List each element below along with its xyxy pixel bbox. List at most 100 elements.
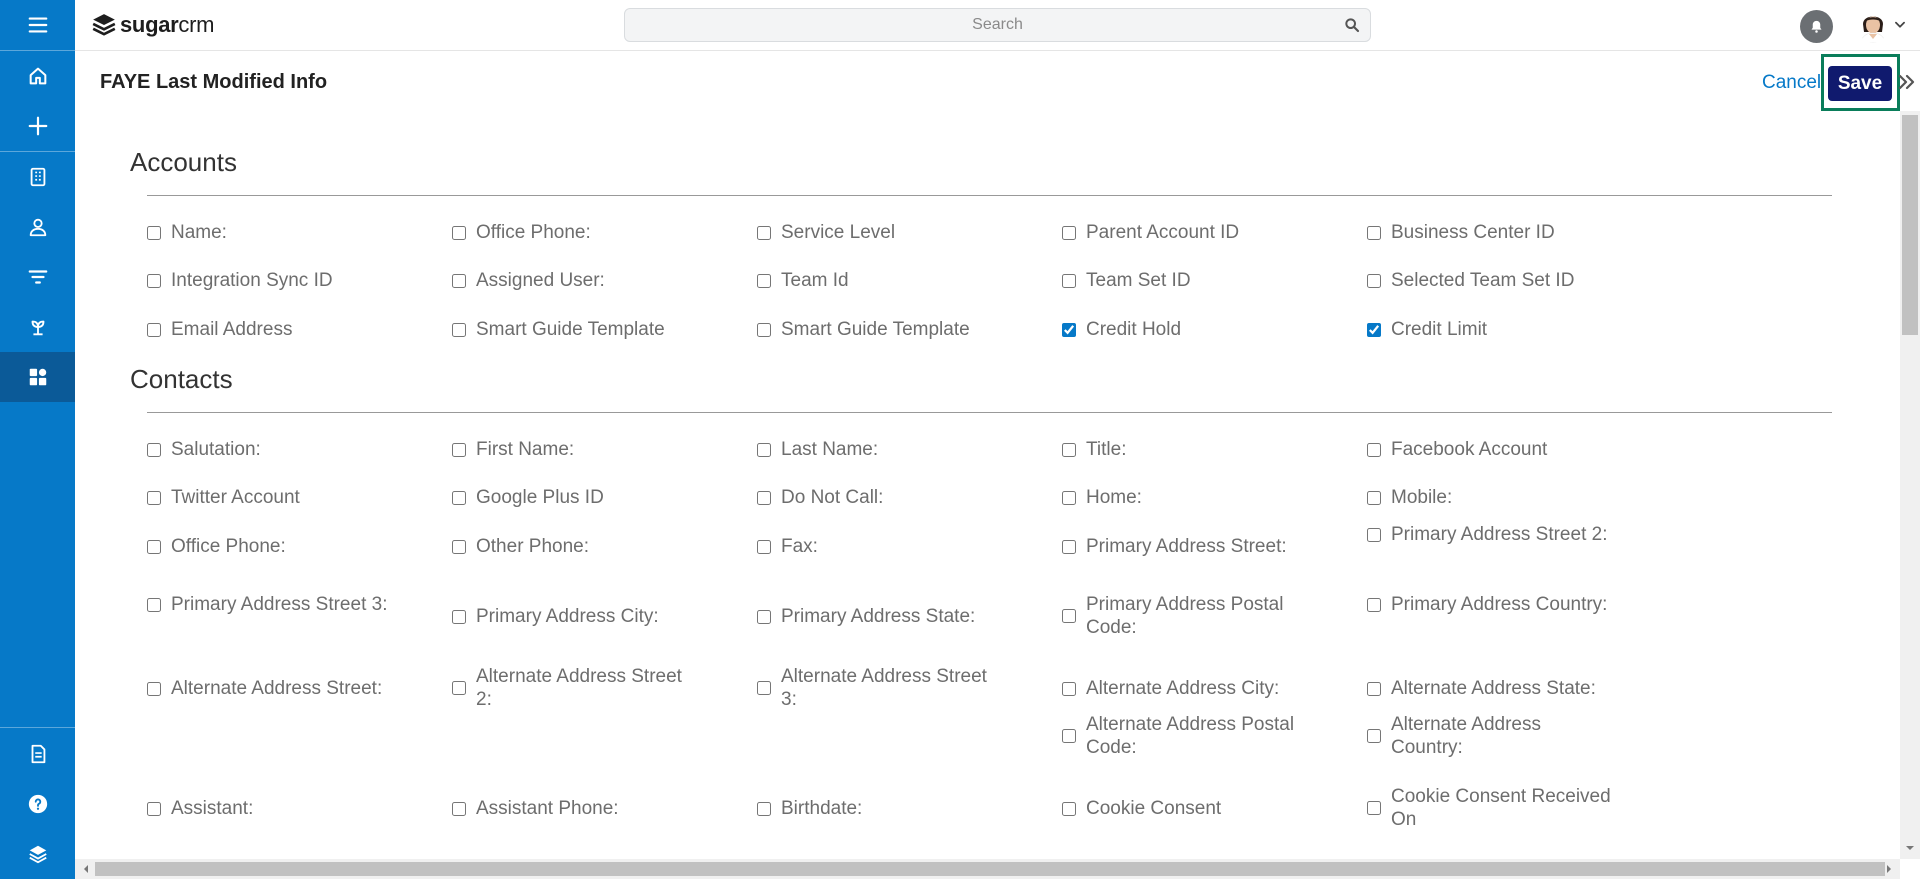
field-option[interactable]: Primary Address Country: <box>1367 593 1611 616</box>
field-option[interactable]: Other Phone: <box>452 535 696 558</box>
search-input[interactable] <box>625 9 1370 41</box>
double-chevron-right-icon[interactable] <box>1898 72 1916 92</box>
field-checkbox[interactable] <box>1367 225 1381 240</box>
field-checkbox[interactable] <box>1367 527 1381 542</box>
cancel-button[interactable]: Cancel <box>1762 72 1821 94</box>
field-checkbox[interactable] <box>452 273 466 288</box>
sidebar-item-create[interactable] <box>0 101 75 151</box>
field-option[interactable]: Assigned User: <box>452 269 696 292</box>
field-checkbox[interactable] <box>757 539 771 554</box>
field-option[interactable]: Alternate Address Street: <box>147 677 391 700</box>
user-avatar[interactable] <box>1858 10 1888 43</box>
field-option[interactable]: Alternate Address Street 3: <box>757 665 1001 711</box>
field-option[interactable]: Selected Team Set ID <box>1367 269 1611 292</box>
field-option[interactable]: Home: <box>1062 486 1306 509</box>
field-option[interactable]: Name: <box>147 221 391 244</box>
field-option[interactable]: Credit Limit <box>1367 318 1611 341</box>
field-option[interactable]: Primary Address City: <box>452 605 696 628</box>
field-option[interactable]: Title: <box>1062 438 1306 461</box>
field-checkbox[interactable] <box>1062 681 1076 696</box>
field-option[interactable]: Primary Address Street 2: <box>1367 523 1611 546</box>
field-option[interactable]: Credit Hold <box>1062 318 1306 341</box>
vertical-scrollbar-thumb[interactable] <box>1902 115 1918 335</box>
sidebar-item-dashboard[interactable] <box>0 352 75 402</box>
sidebar-item-notes[interactable] <box>0 729 75 779</box>
field-option[interactable]: Office Phone: <box>452 221 696 244</box>
field-checkbox[interactable] <box>757 273 771 288</box>
sidebar-item-accounts[interactable] <box>0 152 75 202</box>
field-option[interactable]: Alternate Address Street 2: <box>452 665 696 711</box>
field-option[interactable]: Last Name: <box>757 438 1001 461</box>
field-checkbox[interactable] <box>147 681 161 696</box>
field-checkbox[interactable] <box>757 442 771 457</box>
sugarcrm-logo[interactable]: sugar crm <box>91 11 214 39</box>
field-checkbox[interactable] <box>147 442 161 457</box>
field-option[interactable]: Team Id <box>757 269 1001 292</box>
field-checkbox[interactable] <box>757 322 771 337</box>
field-checkbox[interactable] <box>147 225 161 240</box>
field-option[interactable]: Business Center ID <box>1367 221 1611 244</box>
field-option[interactable]: Alternate Address State: <box>1367 677 1611 700</box>
field-option[interactable]: Birthdate: <box>757 797 1001 820</box>
field-checkbox[interactable] <box>1062 442 1076 457</box>
field-checkbox[interactable] <box>147 539 161 554</box>
sidebar-item-contacts[interactable] <box>0 202 75 252</box>
sidebar-item-help[interactable] <box>0 779 75 829</box>
field-checkbox[interactable] <box>452 609 466 624</box>
field-checkbox[interactable] <box>1062 490 1076 505</box>
field-option[interactable]: Cookie Consent <box>1062 797 1306 820</box>
field-checkbox[interactable] <box>1062 273 1076 288</box>
field-option[interactable]: Alternate Address Country: <box>1367 713 1611 759</box>
field-checkbox[interactable] <box>1062 225 1076 240</box>
field-checkbox[interactable] <box>1062 801 1076 816</box>
sidebar-item-home[interactable] <box>0 51 75 101</box>
sidebar-item-opportunities[interactable] <box>0 302 75 352</box>
scroll-down-arrow-icon[interactable] <box>1905 843 1915 853</box>
field-checkbox[interactable] <box>452 539 466 554</box>
field-checkbox[interactable] <box>147 801 161 816</box>
field-checkbox[interactable] <box>1062 539 1076 554</box>
field-checkbox[interactable] <box>1367 322 1381 337</box>
field-option[interactable]: Service Level <box>757 221 1001 244</box>
field-option[interactable]: Mobile: <box>1367 486 1611 509</box>
field-option[interactable]: Alternate Address City: <box>1062 677 1306 700</box>
sidebar-item-layers[interactable] <box>0 829 75 879</box>
field-checkbox[interactable] <box>147 273 161 288</box>
horizontal-scrollbar-thumb[interactable] <box>95 862 1885 876</box>
field-option[interactable]: Smart Guide Template <box>452 318 696 341</box>
field-checkbox[interactable] <box>757 490 771 505</box>
scroll-left-arrow-icon[interactable] <box>81 864 91 874</box>
field-checkbox[interactable] <box>757 801 771 816</box>
field-checkbox[interactable] <box>1062 322 1076 337</box>
field-checkbox[interactable] <box>147 322 161 337</box>
field-checkbox[interactable] <box>452 801 466 816</box>
field-checkbox[interactable] <box>1367 801 1381 815</box>
field-option[interactable]: Assistant: <box>147 797 391 820</box>
field-checkbox[interactable] <box>1367 490 1381 505</box>
field-checkbox[interactable] <box>757 609 771 624</box>
field-checkbox[interactable] <box>1062 729 1076 743</box>
field-option[interactable]: Smart Guide Template <box>757 318 1001 341</box>
field-option[interactable]: Primary Address State: <box>757 605 1001 628</box>
field-option[interactable]: Do Not Call: <box>757 486 1001 509</box>
field-checkbox[interactable] <box>1367 273 1381 288</box>
field-option[interactable]: Google Plus ID <box>452 486 696 509</box>
field-option[interactable]: Alternate Address Postal Code: <box>1062 713 1306 759</box>
field-option[interactable]: Integration Sync ID <box>147 269 391 292</box>
scroll-right-arrow-icon[interactable] <box>1884 864 1894 874</box>
field-checkbox[interactable] <box>1367 729 1381 743</box>
field-option[interactable]: Team Set ID <box>1062 269 1306 292</box>
chevron-down-icon[interactable] <box>1893 18 1907 32</box>
search-icon[interactable] <box>1344 17 1360 33</box>
save-button[interactable]: Save <box>1828 66 1892 101</box>
field-checkbox[interactable] <box>1367 442 1381 457</box>
field-checkbox[interactable] <box>757 681 771 695</box>
field-checkbox[interactable] <box>147 597 161 612</box>
field-checkbox[interactable] <box>452 490 466 505</box>
field-option[interactable]: Facebook Account <box>1367 438 1611 461</box>
field-option[interactable]: Office Phone: <box>147 535 391 558</box>
field-option[interactable]: Primary Address Street: <box>1062 535 1306 558</box>
field-option[interactable]: Primary Address Postal Code: <box>1062 593 1306 639</box>
field-checkbox[interactable] <box>452 681 466 695</box>
field-option[interactable]: Assistant Phone: <box>452 797 696 820</box>
